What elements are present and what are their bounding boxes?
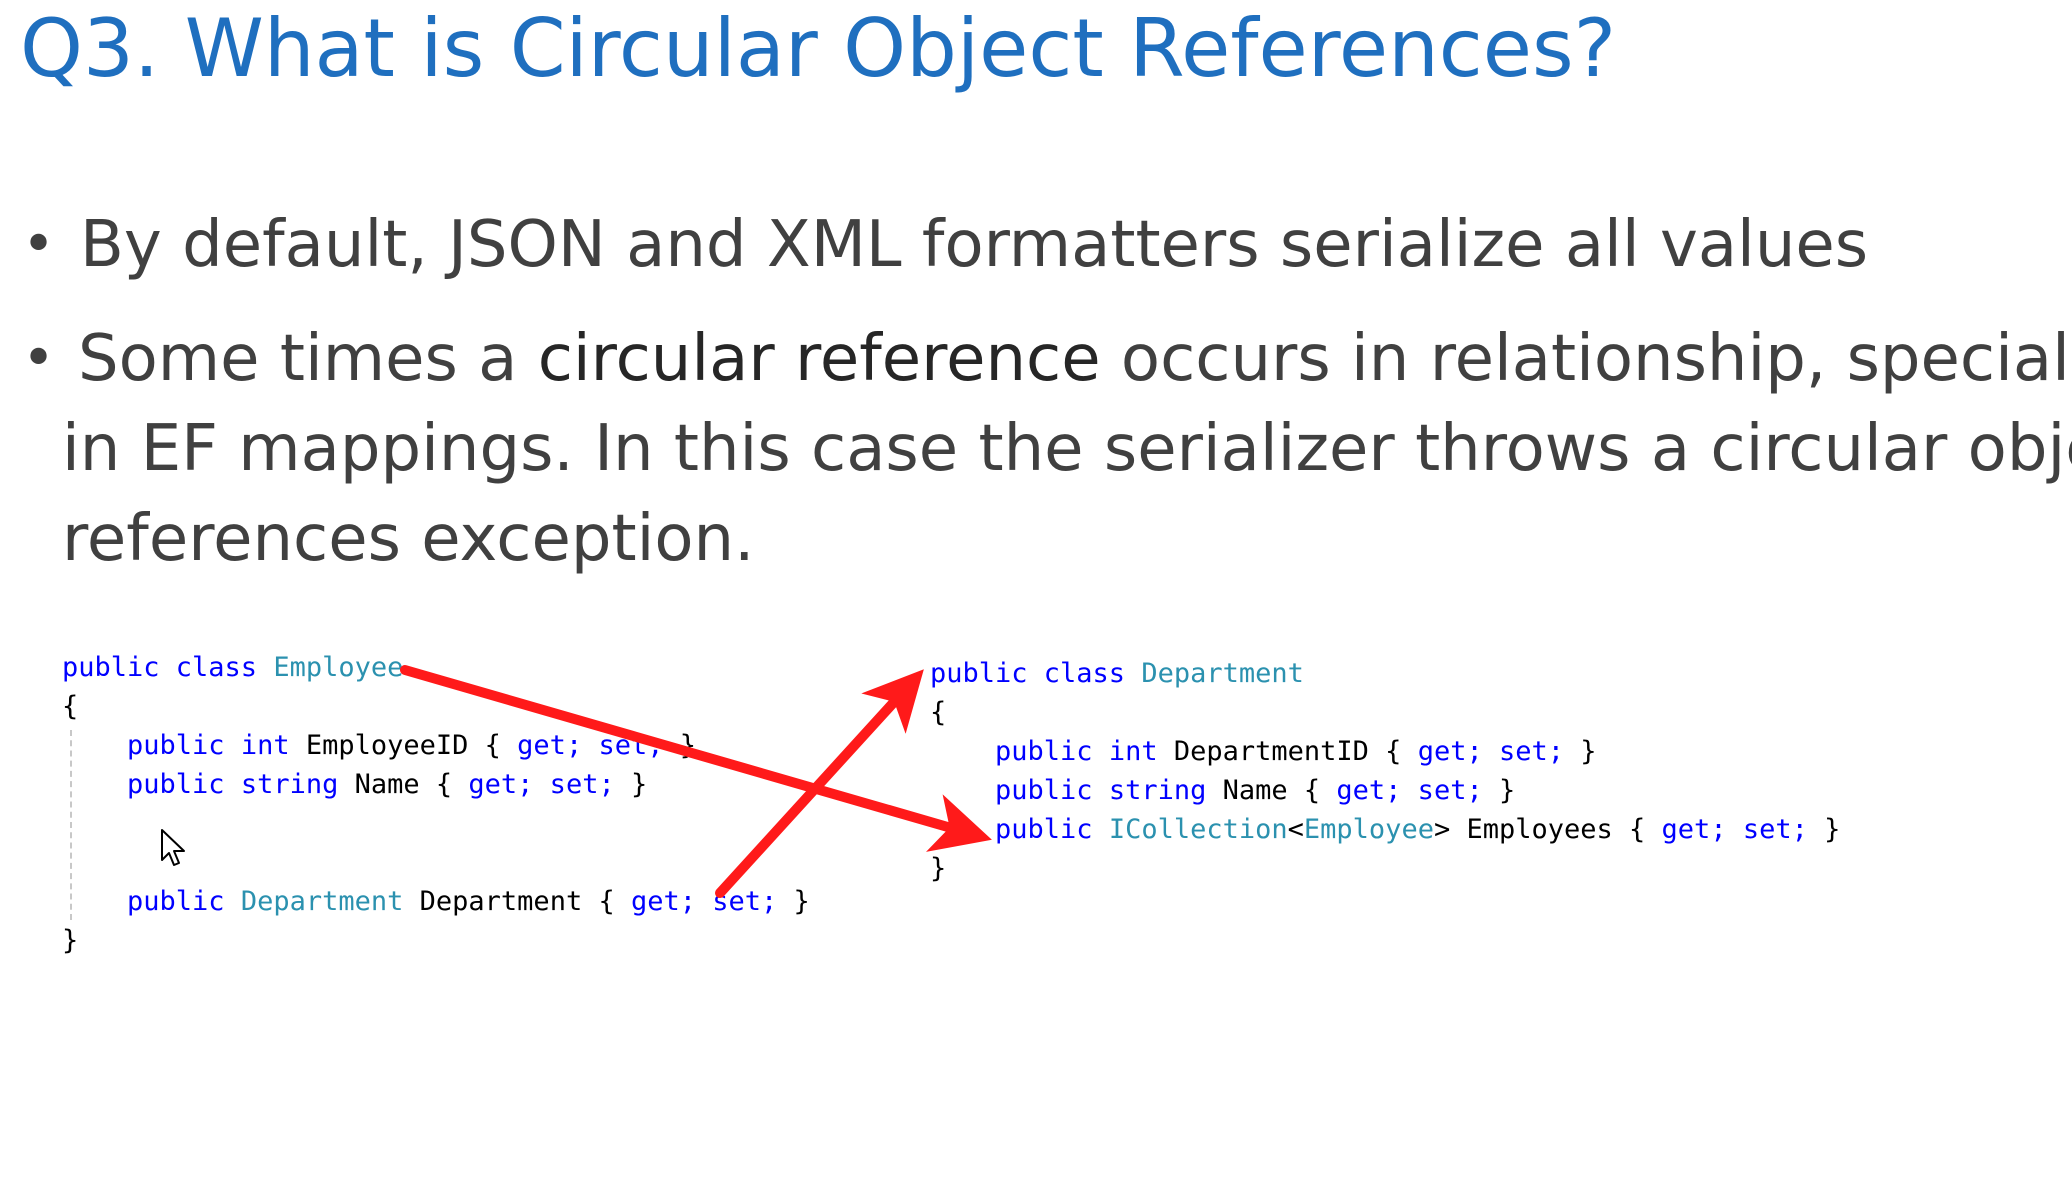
- bullet-text-emphasis: circular reference: [537, 322, 1101, 396]
- mouse-pointer-icon: [161, 829, 185, 866]
- code-line: }: [62, 925, 79, 956]
- code-line: public class Employee: [62, 652, 404, 683]
- code-line: public class Department: [930, 658, 1304, 689]
- code-block-employee: public class Employee { public int Emplo…: [62, 648, 810, 960]
- bullet-text-line-2: in EF mappings. In this case the seriali…: [62, 412, 2072, 486]
- code-block-department: public class Department { public int Dep…: [930, 654, 1840, 888]
- bullet-text-before: Some times a: [78, 322, 538, 396]
- slide: Q3. What is Circular Object References? …: [0, 0, 2072, 1178]
- bullet-text-after: occurs in relationship, specially: [1100, 322, 2072, 396]
- bullet-text: By default, JSON and XML formatters seri…: [80, 208, 1869, 282]
- code-line: public Department Department { get; set;…: [127, 886, 810, 917]
- code-line: {: [62, 691, 79, 722]
- code-line: public int DepartmentID { get; set; }: [995, 736, 1597, 767]
- code-line: public string Name { get; set; }: [127, 769, 648, 800]
- bullet-text-line-1: Some times a circular reference occurs i…: [78, 314, 2072, 404]
- arrows-overlay: [400, 665, 992, 898]
- bullet-dot: •: [22, 212, 56, 277]
- bullet-text-line-3: references exception.: [62, 502, 755, 576]
- slide-title: Q3. What is Circular Object References?: [20, 2, 1617, 95]
- code-line: }: [930, 853, 947, 884]
- code-line: public ICollection<Employee> Employees {…: [995, 814, 1841, 845]
- code-line: public int EmployeeID { get; set; }: [127, 730, 696, 761]
- bullet-dot: •: [22, 326, 56, 391]
- code-line: public string Name { get; set; }: [995, 775, 1516, 806]
- code-line: {: [930, 697, 947, 728]
